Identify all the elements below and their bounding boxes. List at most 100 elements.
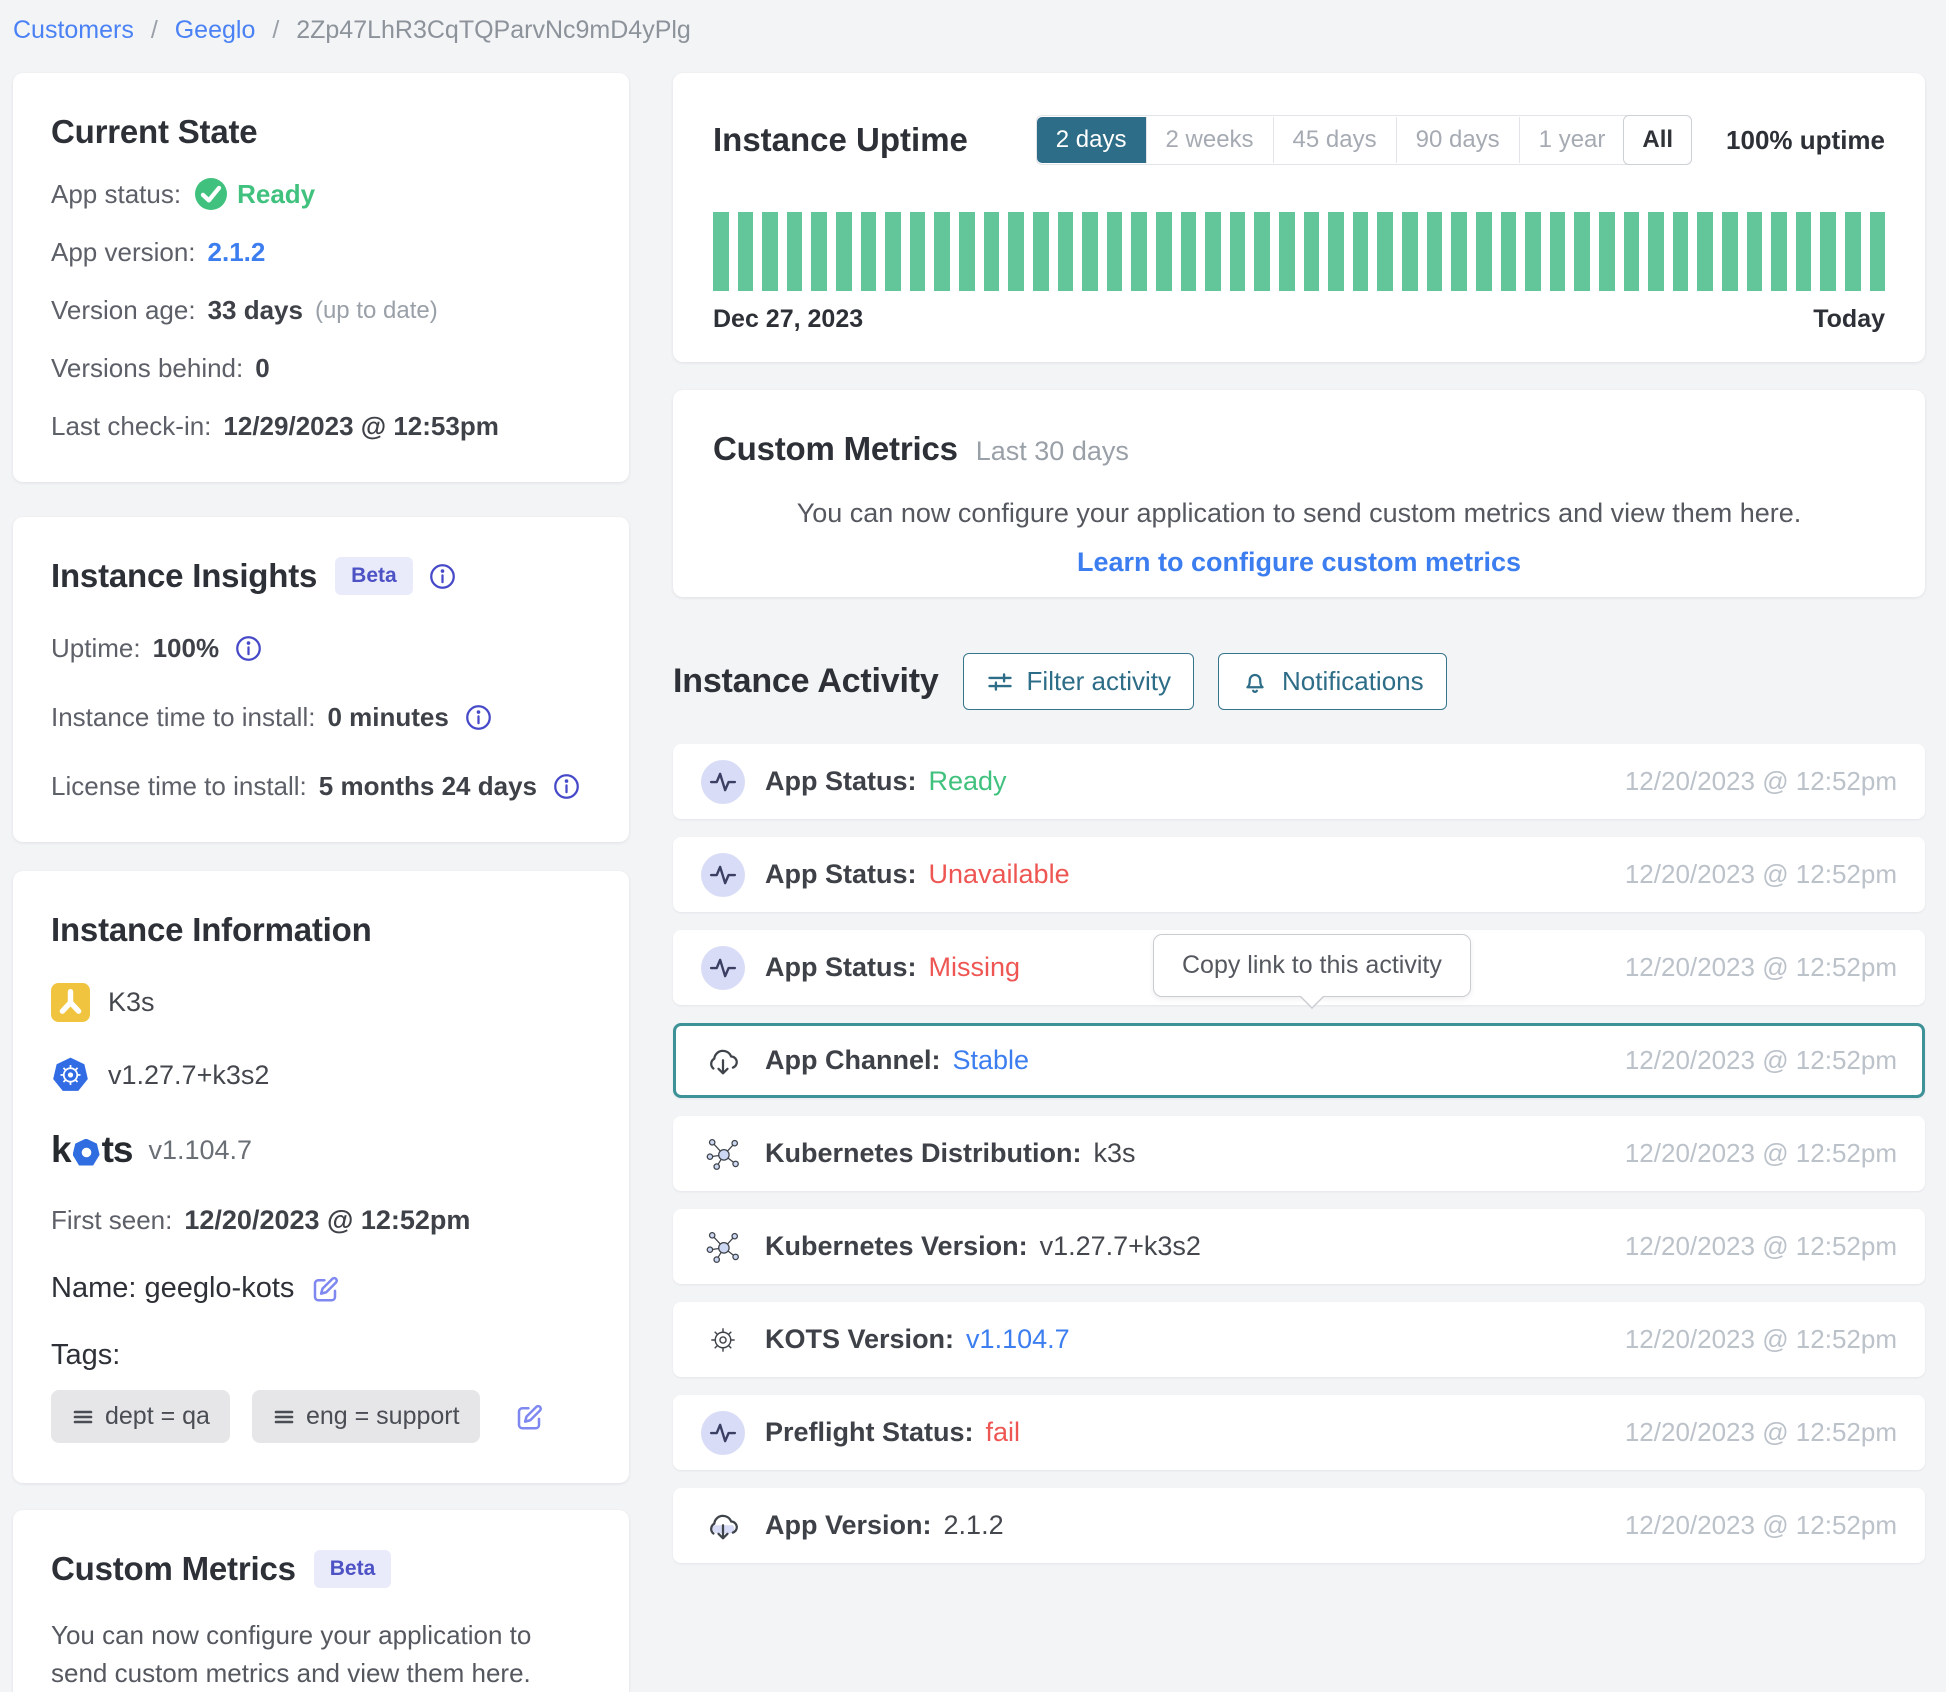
range-all-button[interactable]: All	[1623, 115, 1692, 165]
uptime-bar[interactable]	[1427, 212, 1443, 291]
distribution-name: K3s	[108, 987, 155, 1018]
uptime-bar[interactable]	[1107, 212, 1123, 291]
activity-row-app-channel[interactable]: App Channel: Stable 12/20/2023 @ 12:52pm	[673, 1023, 1925, 1098]
instance-insights-title: Instance Insights	[51, 557, 317, 595]
activity-row-app-version[interactable]: App Version: 2.1.2 12/20/2023 @ 12:52pm	[673, 1488, 1925, 1563]
uptime-bar[interactable]	[1328, 212, 1344, 291]
info-icon[interactable]	[235, 635, 262, 662]
uptime-bar[interactable]	[1574, 212, 1590, 291]
distribution-row: K3s	[51, 983, 591, 1022]
uptime-bar[interactable]	[1033, 212, 1049, 291]
edit-tags-icon[interactable]	[514, 1402, 544, 1432]
uptime-bar[interactable]	[738, 212, 754, 291]
uptime-bar[interactable]	[787, 212, 803, 291]
info-icon[interactable]	[429, 563, 456, 590]
uptime-bar[interactable]	[984, 212, 1000, 291]
breadcrumb-customer-link[interactable]: Geeglo	[175, 16, 256, 44]
range-1-year-button[interactable]: 1 year	[1519, 117, 1625, 163]
activity-label: App Version:	[765, 1510, 932, 1541]
activity-row-kubernetes-version[interactable]: Kubernetes Version: v1.27.7+k3s2 12/20/2…	[673, 1209, 1925, 1284]
pulse-icon	[701, 760, 745, 804]
uptime-bar[interactable]	[861, 212, 877, 291]
uptime-bar[interactable]	[1845, 212, 1861, 291]
activity-row-kots-version[interactable]: KOTS Version: v1.104.7 12/20/2023 @ 12:5…	[673, 1302, 1925, 1377]
version-age-note: (up to date)	[315, 297, 438, 325]
uptime-bar[interactable]	[1131, 212, 1147, 291]
info-icon[interactable]	[553, 773, 580, 800]
custom-metrics-panel-title: Custom Metrics	[713, 430, 958, 468]
filter-activity-button[interactable]: Filter activity	[963, 653, 1194, 710]
range-45-days-button[interactable]: 45 days	[1273, 117, 1396, 163]
activity-timestamp: 12/20/2023 @ 12:52pm	[1625, 1231, 1897, 1262]
uptime-bar[interactable]	[1304, 212, 1320, 291]
activity-label: App Status:	[765, 952, 917, 983]
activity-row-preflight-status[interactable]: Preflight Status: fail 12/20/2023 @ 12:5…	[673, 1395, 1925, 1470]
uptime-bar[interactable]	[1697, 212, 1713, 291]
uptime-bar[interactable]	[1008, 212, 1024, 291]
kubernetes-icon	[51, 1056, 90, 1095]
uptime-bar[interactable]	[811, 212, 827, 291]
page: Customers / Geeglo / 2Zp47LhR3CqTQParvNc…	[0, 0, 1946, 1692]
uptime-bar[interactable]	[1525, 212, 1541, 291]
uptime-bar[interactable]	[713, 212, 729, 291]
uptime-bar[interactable]	[1796, 212, 1812, 291]
activity-row-app-status-ready[interactable]: App Status: Ready 12/20/2023 @ 12:52pm	[673, 744, 1925, 819]
uptime-bar[interactable]	[1181, 212, 1197, 291]
app-version-link[interactable]: 2.1.2	[208, 237, 266, 268]
notifications-button[interactable]: Notifications	[1218, 653, 1447, 710]
uptime-bar[interactable]	[1451, 212, 1467, 291]
uptime-bar[interactable]	[1058, 212, 1074, 291]
uptime-bar[interactable]	[1624, 212, 1640, 291]
activity-value: Missing	[929, 952, 1021, 983]
uptime-bar[interactable]	[1747, 212, 1763, 291]
pulse-icon	[701, 853, 745, 897]
uptime-bar[interactable]	[1254, 212, 1270, 291]
activity-timestamp: 12/20/2023 @ 12:52pm	[1625, 1417, 1897, 1448]
uptime-bar[interactable]	[1599, 212, 1615, 291]
cloud-download-icon	[701, 1039, 745, 1083]
range-2-weeks-button[interactable]: 2 weeks	[1146, 117, 1273, 163]
uptime-bar[interactable]	[836, 212, 852, 291]
uptime-bar[interactable]	[1476, 212, 1492, 291]
uptime-bar[interactable]	[910, 212, 926, 291]
range-2-days-button[interactable]: 2 days	[1037, 117, 1146, 163]
uptime-row: Uptime: 100%	[51, 633, 591, 664]
uptime-bar[interactable]	[1279, 212, 1295, 291]
activity-row-app-status-unavailable[interactable]: App Status: Unavailable 12/20/2023 @ 12:…	[673, 837, 1925, 912]
activity-row-kubernetes-distribution[interactable]: Kubernetes Distribution: k3s 12/20/2023 …	[673, 1116, 1925, 1191]
breadcrumb-customers-link[interactable]: Customers	[13, 16, 134, 44]
uptime-bar[interactable]	[1230, 212, 1246, 291]
uptime-bar[interactable]	[1771, 212, 1787, 291]
app-version-row: App version: 2.1.2	[51, 237, 591, 268]
uptime-bar[interactable]	[1353, 212, 1369, 291]
info-icon[interactable]	[465, 704, 492, 731]
kots-version: v1.104.7	[148, 1135, 252, 1166]
uptime-bar[interactable]	[959, 212, 975, 291]
uptime-bar[interactable]	[1673, 212, 1689, 291]
bell-icon	[1241, 668, 1269, 696]
uptime-bar[interactable]	[1870, 212, 1886, 291]
uptime-bar[interactable]	[1205, 212, 1221, 291]
uptime-bar[interactable]	[1082, 212, 1098, 291]
uptime-bar[interactable]	[1377, 212, 1393, 291]
breadcrumb-separator: /	[272, 16, 279, 44]
uptime-value: 100%	[153, 633, 220, 664]
check-circle-icon	[195, 178, 227, 210]
last-checkin-value: 12/29/2023 @ 12:53pm	[223, 411, 498, 442]
version-age-row: Version age: 33 days (up to date)	[51, 295, 591, 326]
uptime-bar[interactable]	[934, 212, 950, 291]
tag-label: dept = qa	[105, 1402, 210, 1431]
uptime-bar[interactable]	[1820, 212, 1836, 291]
range-90-days-button[interactable]: 90 days	[1396, 117, 1519, 163]
uptime-bar[interactable]	[1722, 212, 1738, 291]
uptime-bar[interactable]	[1501, 212, 1517, 291]
uptime-bar[interactable]	[1402, 212, 1418, 291]
edit-name-icon[interactable]	[310, 1274, 340, 1304]
uptime-bar[interactable]	[1550, 212, 1566, 291]
uptime-bar[interactable]	[885, 212, 901, 291]
uptime-bar[interactable]	[1156, 212, 1172, 291]
instance-insights-card: Instance Insights Beta Uptime: 100% Inst…	[13, 517, 629, 842]
uptime-bar[interactable]	[1648, 212, 1664, 291]
uptime-bar[interactable]	[762, 212, 778, 291]
configure-custom-metrics-link[interactable]: Learn to configure custom metrics	[713, 547, 1885, 578]
